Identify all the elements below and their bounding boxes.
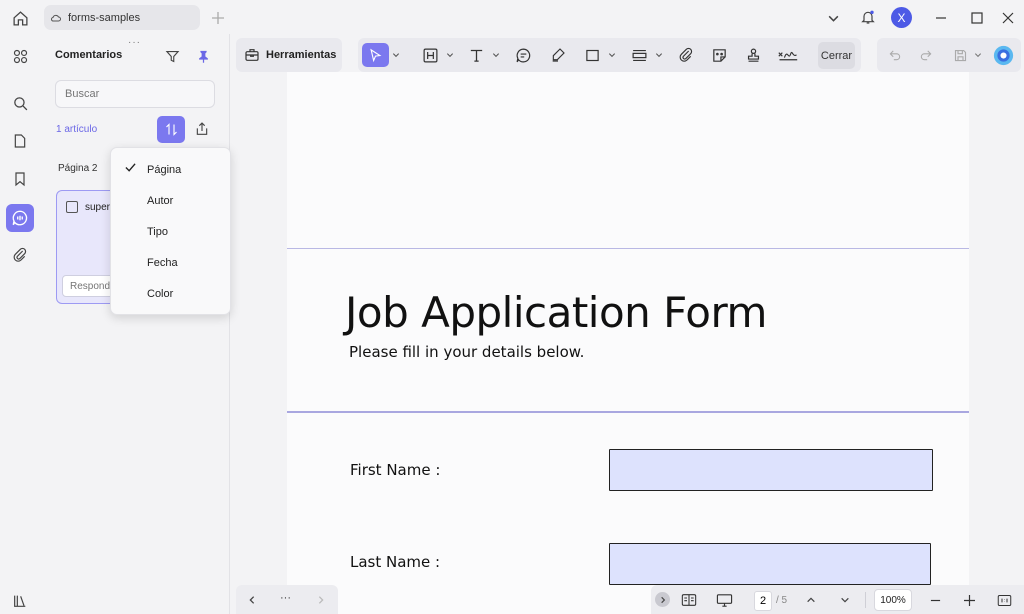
panel-drag-handle[interactable]: ··· [128,37,141,48]
sort-option-label: Página [147,164,182,176]
sort-option-author[interactable]: Autor [111,187,230,215]
sort-menu: Página Autor Tipo Fecha Color [110,147,231,315]
panel-title: Comentarios [55,49,123,61]
highlighter-icon[interactable] [546,43,570,67]
checkmark-icon [125,162,136,173]
attach-file-icon[interactable] [674,43,698,67]
home-icon[interactable] [10,8,30,28]
left-rail [0,34,40,614]
chevron-left-icon[interactable] [244,592,260,608]
chevron-down-icon[interactable] [391,43,400,67]
save-icon[interactable] [950,43,970,67]
comment-tool-icon[interactable] [511,43,535,67]
pin-icon[interactable] [193,46,213,66]
rectangle-tool-icon[interactable] [580,43,604,67]
stamp-icon[interactable] [741,43,765,67]
tools-label: Herramientas [266,49,337,61]
search-icon[interactable] [6,89,34,117]
chevron-down-icon[interactable] [973,43,982,67]
form-subtitle: Please fill in your details below. [349,343,585,361]
sort-button[interactable] [157,116,185,143]
select-tool-icon[interactable] [362,43,389,67]
sort-option-label: Autor [147,195,174,207]
signature-icon[interactable] [774,43,801,67]
comment-text: super [85,202,111,213]
toolbox-icon [244,47,260,63]
chevron-down-icon[interactable] [491,43,500,67]
thumbnails-icon[interactable] [6,42,34,70]
bell-icon[interactable] [858,7,878,27]
close-window-icon[interactable] [999,9,1017,27]
minimize-icon[interactable] [932,9,950,27]
last-name-label: Last Name : [350,553,441,571]
sort-option-date[interactable]: Fecha [111,249,230,277]
ai-assistant-icon[interactable] [991,43,1015,67]
actual-size-icon[interactable] [995,591,1013,609]
undo-icon[interactable] [885,43,905,67]
comment-checkbox[interactable] [66,201,78,213]
separator [865,592,866,608]
chevron-down-icon[interactable] [607,43,616,67]
search-input[interactable] [55,80,215,108]
presentation-icon[interactable] [713,591,735,609]
sort-option-page[interactable]: Página [111,156,230,184]
text-tool-icon[interactable] [464,43,488,67]
maximize-icon[interactable] [968,9,986,27]
redo-icon[interactable] [916,43,936,67]
comments-icon[interactable] [6,204,34,232]
chevron-down-icon[interactable] [654,43,663,67]
user-avatar[interactable]: X [891,7,912,28]
bookmark-icon[interactable] [6,165,34,193]
filter-icon[interactable] [162,46,182,66]
section-divider [287,411,969,413]
annotation-toolbar [358,38,861,72]
tab-title: forms-samples [68,11,141,24]
sort-option-type[interactable]: Tipo [111,218,230,246]
cloud-icon [50,12,62,24]
form-field-icon[interactable] [627,43,651,67]
previous-page-icon[interactable] [803,592,819,608]
next-page-icon[interactable] [837,592,853,608]
library-icon[interactable] [6,587,34,614]
first-name-label: First Name : [350,461,441,479]
reply-input[interactable] [62,275,116,297]
history-toolbar [877,38,1021,72]
sort-option-label: Color [147,288,174,300]
heading-tool-icon[interactable] [418,43,442,67]
export-icon[interactable] [192,119,212,139]
zoom-level[interactable]: 100% [874,589,912,611]
form-title: Job Application Form [345,288,767,337]
comment-count: 1 artículo [56,124,98,135]
close-tool-button[interactable]: Cerrar [818,42,855,69]
page-group-label: Página 2 [58,163,98,174]
last-name-field[interactable] [609,543,931,585]
attachment-icon[interactable] [6,241,34,269]
page-nav-bar: ··· [236,585,338,614]
sort-option-label: Tipo [147,226,168,238]
more-pages-button[interactable]: ··· [280,592,291,604]
zoom-out-icon[interactable] [927,592,943,608]
new-tab-icon[interactable] [210,10,226,26]
chevron-down-icon[interactable] [825,10,841,26]
chevron-right-icon[interactable] [313,592,329,608]
document-tab[interactable]: forms-samples [44,5,200,30]
tools-button[interactable]: Herramientas [236,38,342,72]
section-divider [287,248,969,249]
collapse-icon[interactable] [655,592,670,607]
sort-icon [165,123,177,136]
page-total: / 5 [776,595,788,606]
zoom-in-icon[interactable] [961,592,977,608]
reading-mode-icon[interactable] [679,591,699,609]
page-number-input[interactable] [754,591,772,611]
page-icon[interactable] [6,127,34,155]
sort-option-color[interactable]: Color [111,280,230,308]
sticker-icon[interactable] [707,43,731,67]
chevron-down-icon[interactable] [445,43,454,67]
sort-option-label: Fecha [147,257,178,269]
first-name-field[interactable] [609,449,933,491]
